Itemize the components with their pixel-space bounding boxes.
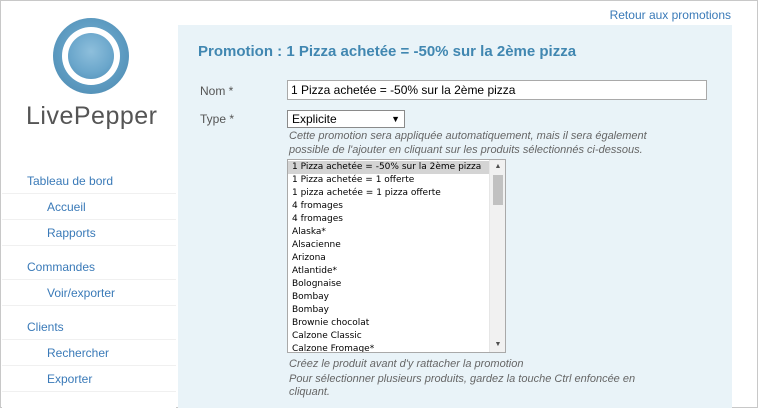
- type-select[interactable]: Explicite ▼: [287, 110, 405, 128]
- logo-text: LivePepper: [26, 102, 158, 130]
- products-listbox[interactable]: 1 Pizza achetée = -50% sur la 2ème pizza…: [287, 159, 506, 353]
- product-hint-line-3: cliquant.: [289, 386, 330, 398]
- product-option[interactable]: 1 Pizza achetée = -50% sur la 2ème pizza: [288, 161, 490, 174]
- name-input[interactable]: 1 Pizza achetée = -50% sur la 2ème pizza: [287, 80, 707, 100]
- page-title: Promotion : 1 Pizza achetée = -50% sur l…: [198, 43, 577, 60]
- product-option[interactable]: Calzone Fromage*: [288, 343, 490, 352]
- product-option[interactable]: Bombay: [288, 291, 490, 304]
- product-option[interactable]: Bolognaise: [288, 278, 490, 291]
- sidebar: LivePepper Tableau de bord Accueil Rappo…: [2, 2, 176, 408]
- scroll-down-arrow-icon[interactable]: ▼: [490, 338, 505, 352]
- logo-icon: [53, 18, 129, 94]
- sidebar-section-orders[interactable]: Commandes: [2, 254, 176, 280]
- back-to-promotions-link[interactable]: Retour aux promotions: [610, 8, 731, 22]
- dropdown-arrow-icon: ▼: [391, 114, 400, 124]
- sidebar-section-clients[interactable]: Clients: [2, 314, 176, 340]
- product-option[interactable]: Bombay: [288, 304, 490, 317]
- product-option[interactable]: 4 fromages: [288, 213, 490, 226]
- product-option[interactable]: Calzone Classic: [288, 330, 490, 343]
- sidebar-item-home[interactable]: Accueil: [2, 194, 176, 220]
- sidebar-item-search[interactable]: Rechercher: [2, 340, 176, 366]
- type-hint-line-1: Cette promotion sera appliquée automatiq…: [289, 130, 647, 142]
- product-hint-line-1: Créez le produit avant d'y rattacher la …: [289, 358, 524, 370]
- sidebar-nav: Tableau de bord Accueil Rapports Command…: [2, 168, 176, 392]
- product-option[interactable]: 1 Pizza achetée = 1 offerte: [288, 174, 490, 187]
- scroll-up-arrow-icon[interactable]: ▲: [490, 160, 505, 174]
- product-option[interactable]: Arizona: [288, 252, 490, 265]
- product-option[interactable]: 4 fromages: [288, 200, 490, 213]
- products-scrollbar[interactable]: ▲ ▼: [489, 160, 505, 352]
- product-option[interactable]: Atlantide*: [288, 265, 490, 278]
- sidebar-item-reports[interactable]: Rapports: [2, 220, 176, 246]
- app-frame: Retour aux promotions LivePepper Tableau…: [0, 0, 758, 408]
- product-option[interactable]: Alaska*: [288, 226, 490, 239]
- sidebar-item-view-export[interactable]: Voir/exporter: [2, 280, 176, 306]
- type-select-value: Explicite: [292, 112, 337, 126]
- type-hint-line-2: possible de l'ajouter en cliquant sur le…: [289, 144, 643, 156]
- product-option[interactable]: Alsacienne: [288, 239, 490, 252]
- promotion-form-panel: Promotion : 1 Pizza achetée = -50% sur l…: [178, 25, 732, 408]
- type-label: Type *: [200, 112, 235, 126]
- product-option[interactable]: Brownie chocolat: [288, 317, 490, 330]
- sidebar-item-export[interactable]: Exporter: [2, 366, 176, 392]
- product-option[interactable]: 1 pizza achetée = 1 pizza offerte: [288, 187, 490, 200]
- products-list: 1 Pizza achetée = -50% sur la 2ème pizza…: [288, 161, 490, 352]
- product-hint-line-2: Pour sélectionner plusieurs produits, ga…: [289, 373, 636, 385]
- scroll-thumb[interactable]: [493, 175, 503, 205]
- sidebar-section-dashboard[interactable]: Tableau de bord: [2, 168, 176, 194]
- name-label: Nom *: [200, 84, 234, 98]
